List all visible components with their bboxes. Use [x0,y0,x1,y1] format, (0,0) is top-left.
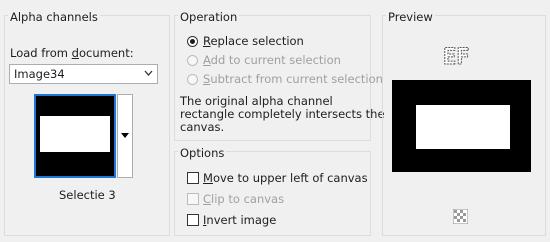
operation-title: Operation [178,10,240,24]
subtract-from-selection-label[interactable]: Subtract from current selection [203,72,383,86]
ef-logo-text: EF [443,45,470,70]
chevron-down-icon [144,70,153,76]
operation-info-line-2: rectangle completely intersects the [180,107,385,121]
operation-info-line-3: canvas. [180,120,225,134]
add-to-selection-label[interactable]: Add to current selection [203,53,341,67]
preview-title: Preview [386,10,435,24]
replace-selection-radio[interactable] [187,36,198,47]
operation-info-line-1: The original alpha channel [180,94,333,108]
options-title: Options [178,146,227,160]
clip-to-canvas-label[interactable]: Clip to canvas [203,192,284,206]
document-select-value: Image34 [14,67,65,81]
subtract-from-selection-radio[interactable] [187,74,198,85]
clip-to-canvas-checkbox[interactable] [187,193,199,205]
invert-image-label[interactable]: Invert image [203,213,276,227]
load-from-document-label: Load from document: [10,46,134,60]
selection-name: Selectie 3 [59,188,116,202]
replace-selection-label[interactable]: Replace selection [203,34,304,48]
invert-image-checkbox[interactable] [187,214,199,226]
triangle-down-icon [121,133,129,138]
ef-logo: EF [443,45,471,71]
move-to-upper-left-checkbox[interactable] [187,172,199,184]
move-to-upper-left-label[interactable]: Move to upper left of canvas [203,171,368,185]
preview-image [392,80,531,172]
transparency-checker-icon[interactable] [453,209,468,224]
alpha-channels-title: Alpha channels [8,10,100,24]
thumbnail-dropdown-button[interactable] [117,94,133,178]
document-select[interactable]: Image34 [9,64,158,84]
alpha-channel-thumbnail[interactable] [34,94,116,178]
add-to-selection-radio[interactable] [187,55,198,66]
